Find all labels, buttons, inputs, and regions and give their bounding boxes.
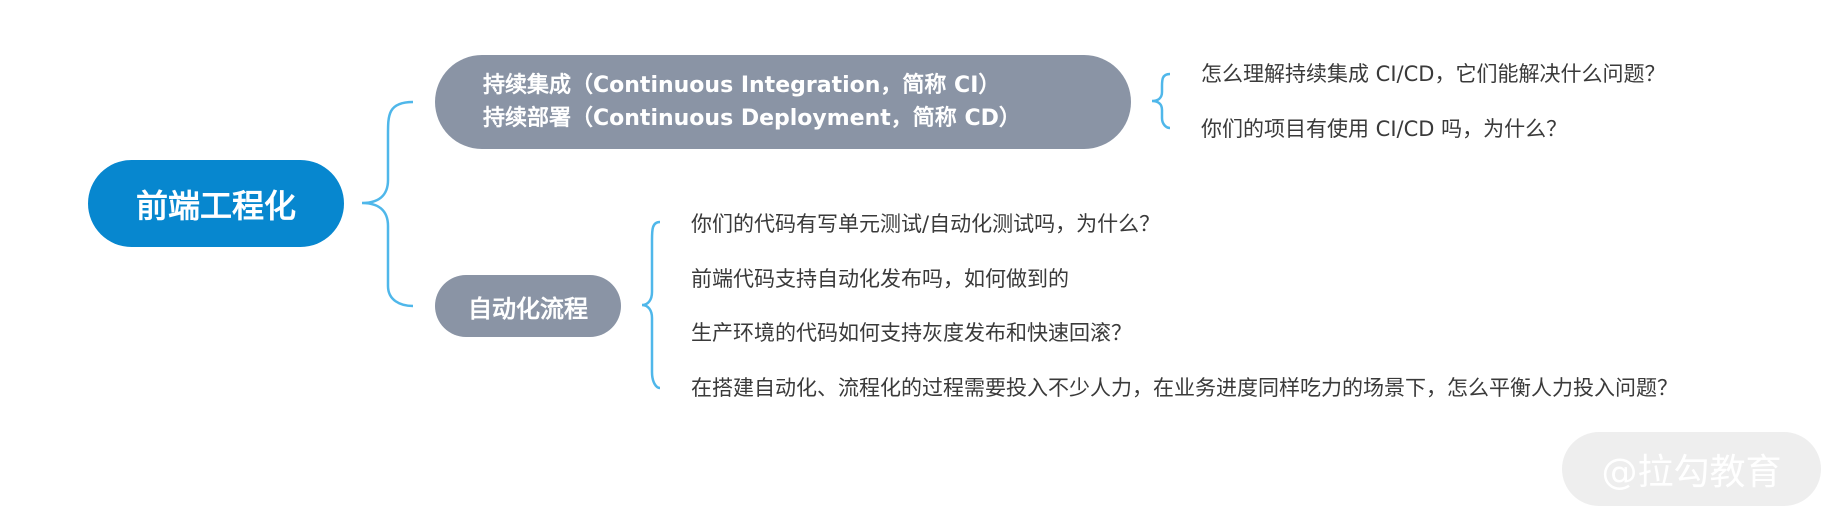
watermark-text: @拉勾教育	[1601, 452, 1782, 493]
leaf-ci-cd-question-1[interactable]: 怎么理解持续集成 CI/CD，它们能解决什么问题？	[1201, 60, 1665, 88]
branch-cd-line: 持续部署（Continuous Deployment，简称 CD）	[483, 106, 1021, 131]
branch2-connector	[641, 220, 661, 390]
watermark: @拉勾教育	[1562, 432, 1821, 506]
branch-automation[interactable]: 自动化流程	[435, 275, 621, 337]
leaf-automation-question-2[interactable]: 前端代码支持自动化发布吗，如何做到的	[691, 265, 1069, 293]
root-node[interactable]: 前端工程化	[88, 160, 344, 247]
branch-ci-cd[interactable]: 持续集成（Continuous Integration，简称 CI） 持续部署（…	[435, 55, 1131, 149]
root-connector	[361, 100, 414, 308]
leaf-ci-cd-question-2[interactable]: 你们的项目有使用 CI/CD 吗，为什么？	[1201, 115, 1567, 143]
mind-map: 前端工程化 持续集成（Continuous Integration，简称 CI）…	[0, 0, 1846, 529]
branch-automation-label: 自动化流程	[468, 294, 588, 323]
leaf-automation-question-3[interactable]: 生产环境的代码如何支持灰度发布和快速回滚？	[691, 319, 1132, 347]
leaf-automation-question-4[interactable]: 在搭建自动化、流程化的过程需要投入不少人力，在业务进度同样吃力的场景下，怎么平衡…	[691, 374, 1678, 402]
leaf-automation-question-1[interactable]: 你们的代码有写单元测试/自动化测试吗，为什么？	[691, 210, 1160, 238]
branch-ci-line: 持续集成（Continuous Integration，简称 CI）	[483, 73, 1001, 98]
root-label: 前端工程化	[135, 186, 296, 225]
branch1-connector	[1151, 72, 1171, 130]
